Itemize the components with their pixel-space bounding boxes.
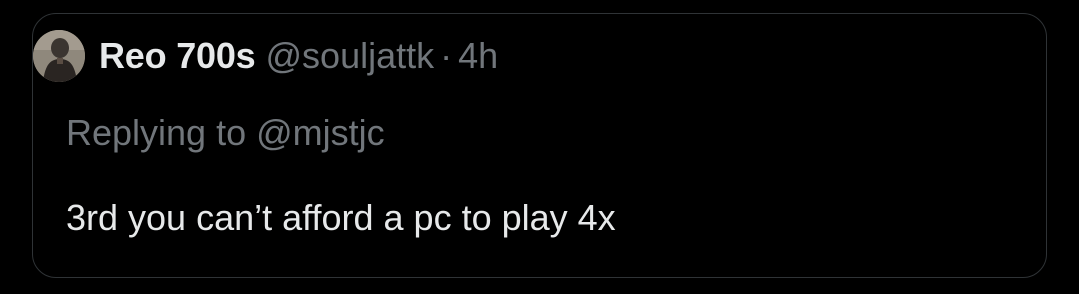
tweet-text: 3rd you can’t afford a pc to play 4x <box>66 197 616 238</box>
author-handle[interactable]: @souljattk <box>266 35 435 77</box>
replying-to-handle[interactable]: @mjstjc <box>256 112 385 153</box>
replying-to-line: Replying to @mjstjc <box>66 112 385 154</box>
replying-to-label: Replying to <box>66 112 247 153</box>
author-display-name[interactable]: Reo 700s <box>99 35 256 77</box>
separator-dot: · <box>440 35 453 76</box>
user-avatar-photo-icon <box>33 30 85 82</box>
avatar[interactable] <box>33 30 85 82</box>
tweet-header: Reo 700s @souljattk · 4h <box>33 29 498 83</box>
timestamp[interactable]: 4h <box>458 35 498 77</box>
